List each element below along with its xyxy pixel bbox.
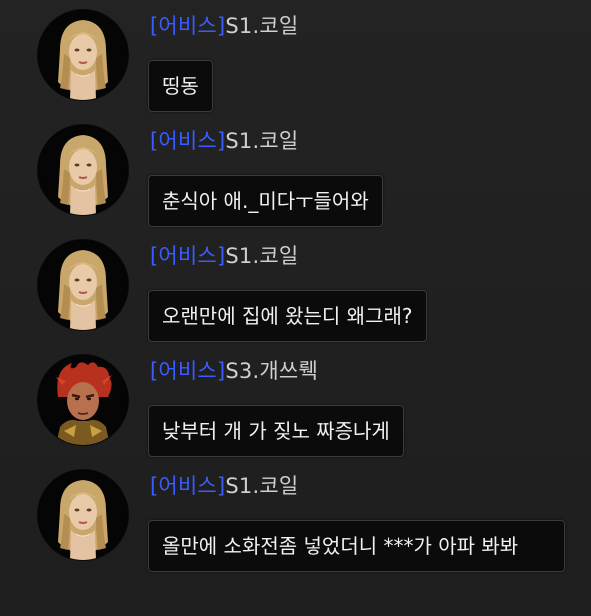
chat-message: [어비스]S3.개쓰뤡 낮부터 개 가 짖노 짜증나게 — [0, 345, 591, 460]
chat-message: [어비스]S1.코일 띵동 — [0, 0, 591, 115]
sender-label: [어비스]S1.코일 — [150, 243, 298, 269]
blonde-female-portrait-icon — [38, 10, 128, 100]
sender-name: S1.코일 — [225, 474, 299, 498]
guild-tag: [어비스] — [150, 474, 226, 498]
blonde-female-portrait-icon — [38, 470, 128, 560]
sender-name: S1.코일 — [225, 14, 299, 38]
red-haired-male-portrait-icon — [38, 355, 128, 445]
message-bubble: 올만에 소화전좀 넣었더니 ***가 아파 봐봐 — [148, 520, 565, 572]
blonde-female-portrait-icon — [38, 125, 128, 215]
sender-label: [어비스]S1.코일 — [150, 128, 298, 154]
sender-label: [어비스]S3.개쓰뤡 — [150, 358, 318, 384]
chat-panel: [어비스]S1.코일 띵동 [어비스]S1.코일 춘식아 애._미다ㅜ들어와 [… — [0, 0, 591, 616]
guild-tag: [어비스] — [150, 359, 226, 383]
sender-name: S1.코일 — [225, 129, 299, 153]
sender-name: S3.개쓰뤡 — [225, 359, 318, 383]
message-bubble: 오랜만에 집에 왔는디 왜그래? — [148, 290, 427, 342]
message-bubble: 띵동 — [148, 60, 213, 112]
sender-label: [어비스]S1.코일 — [150, 473, 298, 499]
blonde-female-portrait-icon — [38, 240, 128, 330]
guild-tag: [어비스] — [150, 129, 226, 153]
guild-tag: [어비스] — [150, 244, 226, 268]
chat-message: [어비스]S1.코일 오랜만에 집에 왔는디 왜그래? — [0, 230, 591, 345]
avatar[interactable] — [38, 355, 128, 445]
message-bubble: 낮부터 개 가 짖노 짜증나게 — [148, 405, 404, 457]
chat-message: [어비스]S1.코일 춘식아 애._미다ㅜ들어와 — [0, 115, 591, 230]
chat-message: [어비스]S1.코일 올만에 소화전좀 넣었더니 ***가 아파 봐봐 — [0, 460, 591, 616]
guild-tag: [어비스] — [150, 14, 226, 38]
avatar[interactable] — [38, 470, 128, 560]
avatar[interactable] — [38, 125, 128, 215]
avatar[interactable] — [38, 240, 128, 330]
sender-name: S1.코일 — [225, 244, 299, 268]
avatar[interactable] — [38, 10, 128, 100]
message-bubble: 춘식아 애._미다ㅜ들어와 — [148, 175, 383, 227]
sender-label: [어비스]S1.코일 — [150, 13, 298, 39]
